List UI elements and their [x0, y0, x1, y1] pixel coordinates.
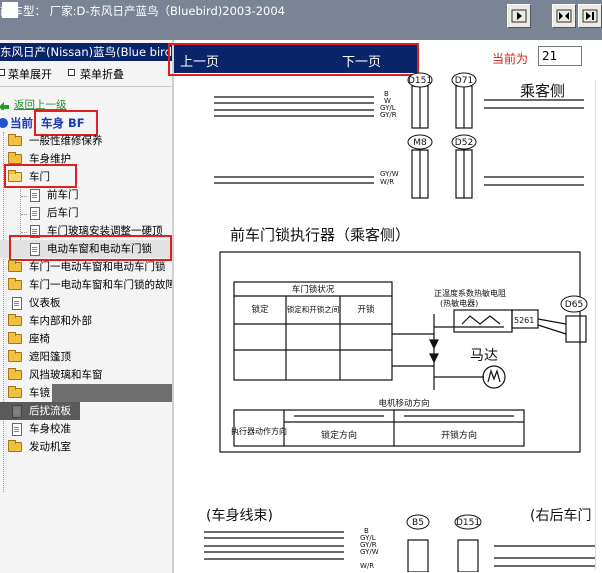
- tree-item-front-door[interactable]: 前车门: [0, 186, 172, 204]
- tree-item-dashboard[interactable]: 仪表板: [0, 294, 172, 312]
- connector-label: B5: [412, 518, 424, 528]
- connector-label: D151: [408, 76, 432, 86]
- diagram-heading-right: 乘客侧: [520, 82, 565, 100]
- tree-item-mirrors[interactable]: 车镜: [0, 384, 172, 402]
- expand-icon: [0, 69, 5, 76]
- connector-label: D65: [565, 300, 583, 310]
- tree-item-rear-door[interactable]: 后车门: [0, 204, 172, 222]
- tree-item-interior-exterior[interactable]: 车内部和外部: [0, 312, 172, 330]
- wire-label: GY/W: [380, 170, 399, 178]
- connector-label: D151: [456, 518, 480, 528]
- sensor-sublabel: (热敏电器): [440, 298, 478, 308]
- vehicle-model-header: 东风日产(Nissan)蓝鸟(Blue bird): [0, 43, 172, 61]
- folder-icon: [8, 332, 22, 344]
- motor-label: 马达: [470, 348, 498, 364]
- direction-col: 开锁方向: [441, 429, 477, 441]
- collapse-icon: [68, 69, 75, 76]
- document-icon: [30, 207, 40, 220]
- back-arrow-icon: [0, 102, 9, 110]
- wire-label: GY/R: [380, 111, 397, 119]
- connector-label: M8: [413, 138, 427, 148]
- expand-menu-button[interactable]: 菜单展开: [8, 66, 52, 82]
- connector-label: D52: [455, 138, 473, 148]
- document-icon: [12, 297, 22, 310]
- direction-header: 电机移动方向: [378, 398, 429, 409]
- play-right-icon[interactable]: [507, 4, 531, 28]
- collapse-menu-button[interactable]: 菜单折叠: [80, 66, 124, 82]
- navigation-tree-panel: 东风日产(Nissan)蓝鸟(Blue bird) 菜单展开 菜单折叠 返回上一…: [0, 40, 172, 573]
- current-page-label: 当前为: [492, 52, 529, 66]
- folder-icon: [8, 368, 22, 380]
- wire-label: W/R: [360, 562, 374, 570]
- document-icon: [30, 189, 40, 202]
- tree-item-door-power[interactable]: 车门一电动车窗和电动车门锁: [0, 258, 172, 276]
- wire-label: W/R: [380, 178, 394, 186]
- folder-icon: [8, 134, 22, 146]
- hover-overlay: [52, 384, 172, 402]
- table-header: 车门锁状况: [292, 284, 335, 295]
- tree-item-door-diagnosis[interactable]: 车门一电动车窗和车门锁的故障诊断: [0, 276, 172, 294]
- folder-icon: [8, 440, 22, 452]
- tree-item-rear-spoiler[interactable]: 后扰流板: [0, 402, 172, 420]
- current-prefix: 当前: [10, 116, 33, 130]
- document-icon: [12, 405, 22, 418]
- title-text: 前车型： 厂家:D-东风日产蓝鸟（Bluebird)2003-2004: [0, 4, 285, 18]
- connector-label: D71: [455, 76, 473, 86]
- folder-icon: [8, 350, 22, 362]
- bottom-left-title: (车身线束): [206, 507, 273, 524]
- collapse-horizontal-icon[interactable]: [552, 4, 576, 28]
- tree-item-sunroof[interactable]: 遮阳篷顶: [0, 348, 172, 366]
- tree-item-engine-room[interactable]: 发动机室: [0, 438, 172, 456]
- folder-icon: [8, 152, 22, 164]
- tree-item-seats[interactable]: 座椅: [0, 330, 172, 348]
- title-bar: 前车型： 厂家:D-东风日产蓝鸟（Bluebird)2003-2004: [0, 0, 602, 40]
- sensor-label: 正温度系数热敏电阻: [434, 288, 506, 298]
- table-col: 锁定: [251, 304, 269, 315]
- folder-icon: [8, 278, 22, 290]
- table-col: 锁定和开锁之间: [287, 304, 340, 314]
- direction-row-label: 执行器动作方向: [231, 426, 287, 436]
- tree-item-windshield[interactable]: 风挡玻璃和车窗: [0, 366, 172, 384]
- highlight-doors: [4, 164, 77, 188]
- viewer-scrollbar[interactable]: [595, 80, 602, 570]
- direction-col: 锁定方向: [321, 429, 357, 441]
- wiring-diagram: D151 D71 M8 D52 D65 B5 D151 B W GY/L GY/…: [204, 72, 602, 572]
- tree-item-body-alignment[interactable]: 车身校准: [0, 420, 172, 438]
- table-col: 开锁: [357, 304, 375, 315]
- wire-label: GY/W: [360, 548, 379, 556]
- menu-bar: 菜单展开 菜单折叠: [0, 64, 172, 82]
- document-viewer: 上一页 下一页 当前为 21 D151 D71 M8 D52 D65 B5 D1…: [168, 40, 602, 573]
- folder-icon: [8, 314, 22, 326]
- tree-item-maintenance[interactable]: 一般性维修保养: [0, 132, 172, 150]
- divider: [0, 86, 172, 87]
- skip-right-icon[interactable]: [578, 4, 602, 28]
- connector-number: 5261: [514, 316, 534, 325]
- current-node-icon: [0, 118, 8, 128]
- folder-icon: [8, 386, 22, 398]
- diagram-main-title: 前车门锁执行器（乘客侧）: [230, 226, 410, 244]
- app-icon: [2, 2, 18, 18]
- document-icon: [12, 423, 22, 436]
- bottom-right-title: (右后车门: [530, 507, 591, 524]
- folder-icon: [8, 260, 22, 272]
- page-number-input[interactable]: [538, 46, 582, 66]
